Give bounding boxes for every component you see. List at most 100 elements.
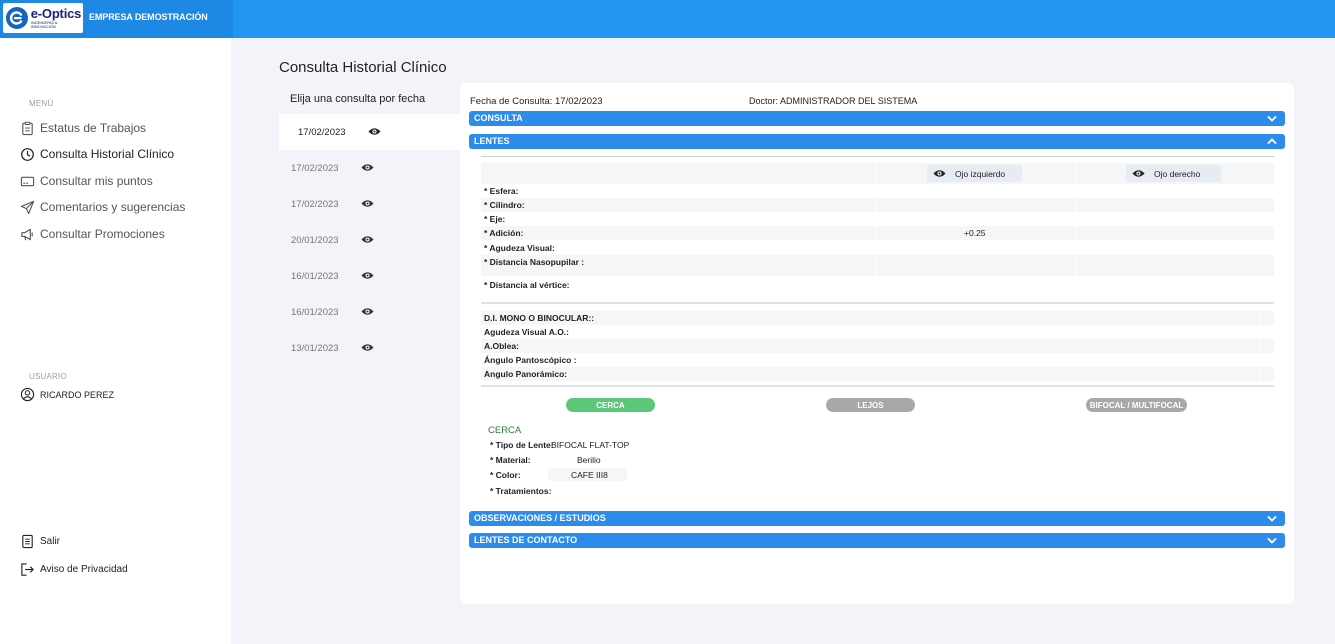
tab-lejos[interactable]: LEJOS xyxy=(826,398,915,412)
tratamientos-label: * Tratamientos: xyxy=(490,486,552,496)
date-item[interactable]: 17/02/2023 xyxy=(279,150,461,186)
date-label: 17/02/2023 xyxy=(291,198,339,210)
section-title: CONSULTA xyxy=(474,113,523,123)
send-icon xyxy=(20,200,35,215)
logo-tagline: INGENIERÍA & INNOVACIÓN xyxy=(30,20,58,29)
date-label: 16/01/2023 xyxy=(291,306,339,318)
sidebar-item-label: Comentarios y sugerencias xyxy=(40,200,186,214)
page-title: Consulta Historial Clínico xyxy=(279,59,447,76)
row-label: * Adición: xyxy=(484,228,524,238)
row-label: * Eje: xyxy=(484,214,506,224)
document-icon xyxy=(20,534,35,549)
date-label: 16/01/2023 xyxy=(291,270,339,282)
privacy-link[interactable]: Aviso de Privacidad xyxy=(20,560,128,578)
row-label: Ángulo Pantoscópico : xyxy=(484,355,577,365)
section-lentes-header[interactable]: LENTES xyxy=(469,134,1285,149)
eye-icon xyxy=(1132,170,1145,177)
row-label: D.I. MONO O BINOCULAR:: xyxy=(484,313,595,323)
sidebar-item-historial-clinico[interactable]: Consulta Historial Clínico xyxy=(20,145,174,163)
company-name: EMPRESA DEMOSTRACIÓN xyxy=(89,12,208,22)
megaphone-icon xyxy=(20,227,35,242)
eye-icon[interactable] xyxy=(361,343,374,352)
row-label: Agudeza Visual A.O.: xyxy=(484,327,570,337)
eye-icon[interactable] xyxy=(361,199,374,208)
sidebar-item-comentarios[interactable]: Comentarios y sugerencias xyxy=(20,198,185,216)
section-consulta-header[interactable]: CONSULTA xyxy=(469,111,1285,126)
eye-icon[interactable] xyxy=(368,127,381,136)
fecha-consulta: Fecha de Consulta: 17/02/2023 xyxy=(470,96,603,107)
chevron-up-icon xyxy=(1267,138,1277,145)
logo-icon xyxy=(6,7,28,29)
adicion-left-value: +0.25 xyxy=(964,228,986,238)
tab-label: BIFOCAL / MULTIFOCAL xyxy=(1089,400,1184,410)
divider xyxy=(481,385,1274,387)
tab-cerca[interactable]: CERCA xyxy=(566,398,655,412)
exit-icon xyxy=(20,562,35,577)
clock-icon xyxy=(20,147,35,162)
sidebar-item-promociones[interactable]: Consultar Promociones xyxy=(20,225,165,243)
row-distancia-vertice: * Distancia al vértice: xyxy=(481,278,1274,292)
tipo-lente-label: * Tipo de Lente: xyxy=(490,440,554,450)
row-esfera: * Esfera: xyxy=(481,184,1274,198)
eye-label: Ojo derecho xyxy=(1154,168,1201,179)
eye-label: Ojo izquierdo xyxy=(955,168,1006,179)
date-item[interactable]: 16/01/2023 xyxy=(279,294,461,330)
date-item-selected[interactable]: 17/02/2023 xyxy=(279,114,461,150)
row-agudeza-ao: Agudeza Visual A.O.: xyxy=(481,325,1274,339)
sidebar-item-label: Consultar mis puntos xyxy=(40,174,153,188)
row-angulo-panoramico: Angulo Panorámico: xyxy=(481,367,1274,381)
user-name: RICARDO PEREZ xyxy=(40,389,115,400)
date-item[interactable]: 17/02/2023 xyxy=(279,186,461,222)
row-eje: * Eje: xyxy=(481,212,1274,226)
logout-label: Salir xyxy=(40,535,61,547)
eye-icon[interactable] xyxy=(361,307,374,316)
date-label: 17/02/2023 xyxy=(298,126,346,138)
sidebar: MENÚ Estatus de Trabajos Consulta Histor… xyxy=(0,38,231,644)
clipboard-icon xyxy=(20,121,35,136)
consulta-date-list: 17/02/2023 17/02/2023 17/02/2023 20/01/2… xyxy=(279,114,461,366)
section-title: LENTES DE CONTACTO xyxy=(474,535,578,545)
card-icon xyxy=(20,174,35,189)
date-list-header: Elija una consulta por fecha xyxy=(290,93,426,105)
section-observaciones-header[interactable]: OBSERVACIONES / ESTUDIOS xyxy=(469,511,1285,526)
sidebar-item-label: Consulta Historial Clínico xyxy=(40,147,175,161)
row-cilindro: * Cilindro: xyxy=(481,198,1274,212)
date-item[interactable]: 20/01/2023 xyxy=(279,222,461,258)
section-lentes-contacto-header[interactable]: LENTES DE CONTACTO xyxy=(469,533,1285,548)
date-item[interactable]: 16/01/2023 xyxy=(279,258,461,294)
eye-icon[interactable] xyxy=(361,235,374,244)
row-label: * Cilindro: xyxy=(484,200,525,210)
row-label: * Esfera: xyxy=(484,186,519,196)
logo[interactable]: e-Optics INGENIERÍA & INNOVACIÓN xyxy=(3,3,83,33)
cerca-title: CERCA xyxy=(488,425,522,436)
material-value: Berilio xyxy=(577,455,601,465)
tab-bifocal-multifocal[interactable]: BIFOCAL / MULTIFOCAL xyxy=(1086,398,1187,412)
color-value: CAFE III8 xyxy=(571,470,608,480)
row-distancia-nasopupilar: * Distancia Nasopupilar : xyxy=(481,255,1274,276)
date-item[interactable]: 13/01/2023 xyxy=(279,330,461,366)
row-label: * Agudeza Visual: xyxy=(484,243,555,253)
user-profile[interactable]: RICARDO PEREZ xyxy=(20,387,114,402)
row-label: * Distancia Nasopupilar : xyxy=(484,257,585,267)
eye-icon xyxy=(933,170,946,177)
row-label: A.Oblea: xyxy=(484,341,519,351)
row-oblea: A.Oblea: xyxy=(481,339,1274,353)
top-bar: e-Optics INGENIERÍA & INNOVACIÓN EMPRESA… xyxy=(0,0,1335,38)
doctor-name: Doctor: ADMINISTRADOR DEL SISTEMA xyxy=(749,96,918,106)
logout-link[interactable]: Salir xyxy=(20,532,60,550)
sidebar-item-label: Consultar Promociones xyxy=(40,227,165,241)
ojo-derecho-button[interactable]: Ojo derecho xyxy=(1126,165,1221,182)
sidebar-item-mis-puntos[interactable]: Consultar mis puntos xyxy=(20,172,153,190)
chevron-down-icon xyxy=(1267,537,1277,544)
tab-label: CERCA xyxy=(596,400,625,410)
row-di-mono-binocular: D.I. MONO O BINOCULAR:: xyxy=(481,311,1274,325)
chevron-down-icon xyxy=(1267,115,1277,122)
eye-icon[interactable] xyxy=(361,163,374,172)
sidebar-item-estatus-trabajos[interactable]: Estatus de Trabajos xyxy=(20,119,146,137)
ojo-izquierdo-button[interactable]: Ojo izquierdo xyxy=(927,165,1022,182)
row-adicion: * Adición: +0.25 xyxy=(481,226,1274,240)
tab-label: LEJOS xyxy=(857,400,884,410)
chevron-down-icon xyxy=(1267,515,1277,522)
eye-icon[interactable] xyxy=(361,271,374,280)
tipo-lente-value: BIFOCAL FLAT-TOP xyxy=(551,440,630,450)
